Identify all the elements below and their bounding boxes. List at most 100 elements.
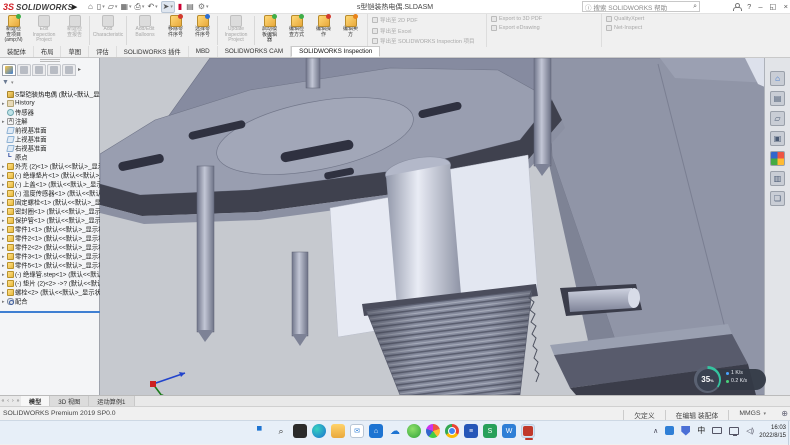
ribbon-button[interactable]: 编辑操 作 [310,14,337,47]
file-explorer-icon[interactable]: ▱ [770,111,785,126]
design-library-icon[interactable]: ▤ [770,91,785,106]
expander-icon[interactable]: ▸ [2,263,6,269]
taskbar-icon[interactable] [521,424,535,438]
tree-item[interactable]: ▸ 零件2<2> (默认<<默认>_显示状 [0,243,100,252]
tree-item[interactable]: ▸ 零件3<1> (默认<<默认>_显示状 [0,252,100,261]
tray-app-icon[interactable] [665,426,674,435]
volume-icon[interactable]: ◁) [746,427,754,435]
document-tab[interactable]: 运动算例1 [89,396,134,407]
window-control-button[interactable]: – [758,1,762,12]
taskbar-icon[interactable]: S [483,424,497,438]
window-control-button[interactable]: × [784,1,788,12]
tree-item[interactable]: ▸ S型铠装热电偶 (默认<默认_显示状态-1 [0,90,100,99]
expander-icon[interactable]: ▸ [2,254,6,260]
tab-configurationmanager[interactable] [32,64,46,76]
tree-item[interactable]: ▸ 右视基准面 [0,144,100,153]
ribbon-button[interactable]: 新建检 查报告 [61,14,88,47]
ribbon-button[interactable]: 新建检 查项目 (amp;N) [0,14,27,47]
ribbon-tab[interactable]: 草图 [61,46,89,57]
ribbon-menu-item[interactable]: 导出至 SOLIDWORKS Inspection 项目 [372,37,483,45]
expander-icon[interactable]: ▸ [2,218,6,224]
forum-icon[interactable]: ❏ [770,191,785,206]
taskbar-icon[interactable]: ✉ [350,424,364,438]
expander-icon[interactable]: ▸ [2,290,6,296]
home-icon[interactable]: ⌂ [770,71,785,86]
tree-item[interactable]: ▸ 原点 [0,153,100,162]
ribbon-button[interactable]: 启动模 板编辑 器 [256,14,283,47]
ribbon-button[interactable]: Add Characteristic [91,14,125,47]
ribbon-menu-item[interactable]: QualityXpert [606,16,711,22]
ribbon-button[interactable]: 选择零 件序号 [189,14,216,47]
taskbar-icon[interactable]: ⌕ [274,424,288,438]
window-control-button[interactable]: ? [747,1,751,12]
tree-item[interactable]: ▸ (-) 绝缘垫片<1> (默认<<默认>_显 [0,171,100,180]
tree-item[interactable]: ▸ 前视基准面 [0,126,100,135]
taskbar-icon[interactable]: ⌂ [369,424,383,438]
model-viewport[interactable]: ⌂▤▱▣●▥❏ 35% 1 K/s 0.2 K/s [100,58,790,395]
taskbar-icon[interactable] [312,424,326,438]
document-tab[interactable]: 模型 [21,396,50,407]
tree-item[interactable]: ▸ 固定螺栓<1> (默认<<默认>_显示 [0,198,100,207]
expander-icon[interactable]: ▸ [2,272,6,278]
ribbon-menu-item[interactable]: 导出至 2D PDF [372,16,483,24]
tree-item[interactable]: ▸ 传感器 [0,108,100,117]
panel-tabs-overflow[interactable]: ▸ [78,66,81,73]
tree-item[interactable]: ▸ (-) 垫片 (2)<2> ->? (默认<<默认> [0,279,100,288]
tree-item[interactable]: ▸ 保护管<1> (默认<<默认>_显示状 [0,216,100,225]
ribbon-tab[interactable]: 装配体 [0,46,34,57]
tree-item[interactable]: ▸ 零件1<1> (默认<<默认>_显示状态 [0,225,100,234]
document-tab[interactable]: 3D 视图 [50,396,89,407]
expander-icon[interactable]: ▸ [2,209,6,215]
search-icon[interactable]: ⌕ [693,3,697,11]
appearances-icon[interactable]: ● [770,151,785,166]
expander-icon[interactable]: ▸ [2,227,6,233]
expander-icon[interactable]: ▸ [2,119,6,125]
tab-displaymanager[interactable] [62,64,76,76]
expander-icon[interactable]: ▸ [2,182,6,188]
ribbon-menu-item[interactable]: Export to 3D PDF [491,16,598,22]
ime-indicator[interactable]: 中 [697,425,705,436]
expander-icon[interactable]: ▸ [2,200,6,206]
panel-handle[interactable] [40,59,60,62]
hidden-icons-chevron[interactable]: ∧ [653,427,658,435]
tree-item[interactable]: ▸ 外壳 (2)<1> (默认<<默认>_显示状 [0,162,100,171]
ribbon-button[interactable]: 编辑检 查方式 [283,14,310,47]
ribbon-menu-item[interactable]: 导出至 Excel [372,27,483,35]
tab-featuremanager[interactable] [2,64,16,76]
tree-item[interactable]: ▸ 螺栓<2> (默认<<默认>_显示状态 [0,288,100,297]
tree-item[interactable]: ▸ 注解 [0,117,100,126]
tree-item[interactable]: ▸ (-) 上盖<1> (默认<<默认>_显示状 [0,180,100,189]
search-input[interactable]: ⓘ 搜索 SOLIDWORKS 帮助 ⌕ [582,1,700,12]
ribbon-button[interactable]: Add/Edit Balloons [128,14,162,47]
window-control-button[interactable]: ◱ [770,1,777,12]
taskbar-clock[interactable]: 16:03 2022/8/15 [759,424,786,440]
ribbon-menu-item[interactable]: Net-Inspect [606,25,711,31]
expander-icon[interactable]: ▸ [2,164,6,170]
tree-item[interactable]: ▸ 零件2<1> (默认<<默认>_显示状 [0,234,100,243]
tree-item[interactable]: ▸ 零件5<1> (默认<<默认>_显示状态 [0,261,100,270]
taskbar-icon[interactable]: ≡ [464,424,478,438]
panel-splitter[interactable] [0,311,100,313]
tree-item[interactable]: ▸ 上视基准面 [0,135,100,144]
ribbon-button[interactable]: 编辑卖 方 [337,14,364,47]
tree-item[interactable]: ▸ History [0,99,100,108]
tab-propertymanager[interactable] [17,64,31,76]
expander-icon[interactable]: ▸ [2,299,6,305]
taskbar-icon[interactable] [255,424,269,438]
expander-icon[interactable]: ▸ [2,191,6,197]
expander-icon[interactable]: ▸ [2,281,6,287]
taskbar-icon[interactable]: ☁ [388,424,402,438]
expander-icon[interactable]: ▸ [2,101,6,107]
keyboard-icon[interactable] [712,427,722,434]
ribbon-tab[interactable]: 布局 [34,46,62,57]
network-icon[interactable] [729,427,739,435]
ribbon-tab[interactable]: 评估 [89,46,117,57]
ribbon-button[interactable]: 移除零 件序号 [162,14,189,47]
filter-dropdown-icon[interactable]: ▾ [11,80,14,86]
ribbon-tab[interactable]: MBD [189,46,218,57]
tag-icon[interactable]: ⊕ [781,409,788,418]
expander-icon[interactable]: ▸ [2,236,6,242]
taskbar-icon[interactable] [331,424,345,438]
ribbon-button[interactable]: Update Inspection Project [219,14,253,47]
net-speed-overlay[interactable]: 35% 1 K/s 0.2 K/s [694,366,766,392]
